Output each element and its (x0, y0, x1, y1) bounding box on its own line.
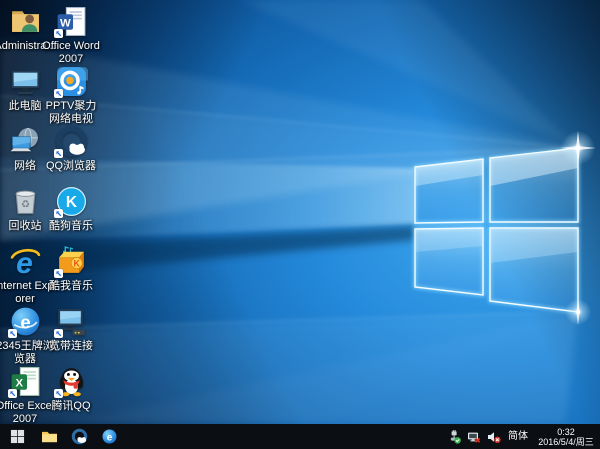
shortcut-arrow-icon (54, 149, 63, 158)
shortcut-arrow-icon (8, 329, 17, 338)
desktop-icon-label: 酷狗音乐 (39, 220, 103, 233)
shortcut-arrow-icon (54, 269, 63, 278)
desktop-icon-2345-browser[interactable]: e 2345王牌浏览器 (2, 305, 48, 365)
clock-time: 0:32 (538, 427, 594, 437)
desktop-icon-recycle-bin[interactable]: ♻ 回收站 (2, 185, 48, 245)
this-pc-icon (9, 65, 42, 98)
desktop-icon-label: Office Word 2007 (39, 40, 103, 65)
shortcut-arrow-icon (54, 209, 63, 218)
clock-date: 2016/5/4/周三 (538, 437, 594, 447)
kuwo-music-icon: K (55, 245, 88, 278)
network-globe-icon (9, 125, 42, 158)
windows-logo (415, 148, 578, 312)
recycle-bin-icon: ♻ (9, 185, 42, 218)
pptv-icon (55, 65, 88, 98)
svg-text:K: K (73, 259, 80, 269)
desktop-icon-network[interactable]: 网络 (2, 125, 48, 185)
qq-browser-icon (55, 125, 88, 158)
kugou-music-icon: K (55, 185, 88, 218)
shortcut-arrow-icon (54, 329, 63, 338)
taskbar-clock[interactable]: 0:32 2016/5/4/周三 (535, 427, 597, 447)
language-indicator[interactable]: 简体 (507, 424, 529, 449)
desktop-icon-kugou-music[interactable]: K 酷狗音乐 (48, 185, 94, 245)
svg-text:e: e (106, 432, 112, 443)
windows-start-icon (10, 429, 25, 444)
svg-text:♻: ♻ (20, 200, 29, 211)
broadband-connection-icon (55, 305, 88, 338)
desktop-icon-qq-browser[interactable]: QQ浏览器 (48, 125, 94, 185)
volume-muted-icon[interactable] (487, 430, 501, 444)
desktop-icon-grid: Administra... 此电脑 网络 ♻ 回收站 (2, 5, 94, 424)
system-tray: 简体 0:32 2016/5/4/周三 (447, 424, 597, 449)
desktop-icon-label: 宽带连接 (39, 340, 103, 353)
svg-text:W: W (59, 17, 70, 29)
shortcut-arrow-icon (8, 389, 17, 398)
windows-logo-glow (415, 148, 578, 312)
user-folder-icon (9, 5, 42, 38)
2345-browser-icon: e (9, 305, 42, 338)
shortcut-arrow-icon (54, 89, 63, 98)
desktop-icon-broadband[interactable]: 宽带连接 (48, 305, 94, 365)
desktop-icon-office-excel[interactable]: X Office Excel 2007 (2, 365, 48, 424)
svg-text:X: X (15, 377, 23, 389)
start-button[interactable] (0, 424, 34, 449)
qq-browser-icon (71, 428, 88, 445)
internet-explorer-icon: e (9, 245, 42, 278)
safely-remove-hardware-icon[interactable] (447, 430, 461, 444)
svg-text:e: e (20, 312, 30, 333)
desktop-icon-office-word[interactable]: W Office Word 2007 (48, 5, 94, 65)
file-explorer-icon (41, 429, 58, 444)
tencent-qq-icon (55, 365, 88, 398)
desktop-icon-tencent-qq[interactable]: 腾讯QQ (48, 365, 94, 424)
network-disconnected-icon[interactable] (467, 430, 481, 444)
svg-text:K: K (65, 194, 77, 211)
taskbar: e 简体 0:32 2016/5/4/周三 (0, 424, 600, 449)
excel-icon: X (9, 365, 42, 398)
desktop-icon-label: QQ浏览器 (39, 160, 103, 173)
desktop-icon-kuwo-music[interactable]: K 酷我音乐 (48, 245, 94, 305)
desktop-icon-label: 腾讯QQ (39, 400, 103, 413)
windows10-desktop-screen: Administra... 此电脑 网络 ♻ 回收站 (0, 0, 600, 449)
taskbar-file-explorer-button[interactable] (34, 424, 64, 449)
word-icon: W (55, 5, 88, 38)
2345-browser-icon: e (101, 428, 118, 445)
desktop-icon-label: 酷我音乐 (39, 280, 103, 293)
taskbar-qq-browser-button[interactable] (64, 424, 94, 449)
desktop-icon-pptv[interactable]: PPTV聚力 网络电视 (48, 65, 94, 125)
shortcut-arrow-icon (54, 29, 63, 38)
taskbar-2345-browser-button[interactable]: e (94, 424, 124, 449)
desktop-icon-internet-explorer[interactable]: e Internet Explorer (2, 245, 48, 305)
desktop-icon-label: PPTV聚力 网络电视 (39, 100, 103, 125)
desktop[interactable]: Administra... 此电脑 网络 ♻ 回收站 (0, 0, 600, 424)
shortcut-arrow-icon (54, 389, 63, 398)
